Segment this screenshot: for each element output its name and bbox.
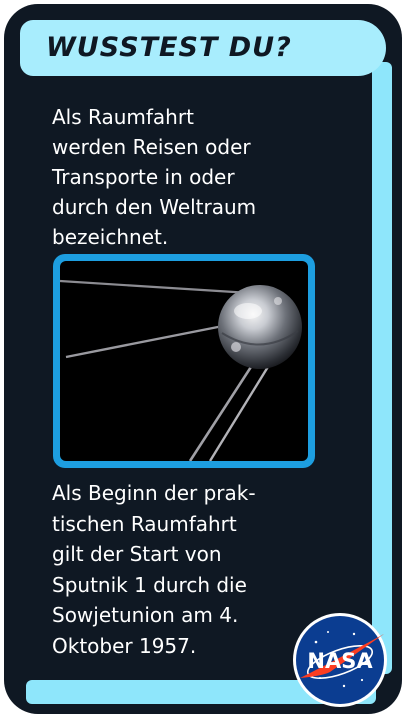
sputnik-photo (60, 261, 308, 461)
right-accent-panel (372, 62, 392, 674)
nasa-meatball-icon: NASA (293, 613, 387, 707)
sputnik-photo-frame (53, 254, 315, 468)
card-title: WUSSTEST DU? (46, 32, 292, 63)
intro-paragraph: Als Raumfahrt werden Reisen oder Transpo… (52, 105, 257, 249)
nasa-logo: NASA (292, 612, 388, 708)
nasa-logo-text: NASA (307, 649, 373, 673)
sputnik-icon (60, 279, 302, 461)
